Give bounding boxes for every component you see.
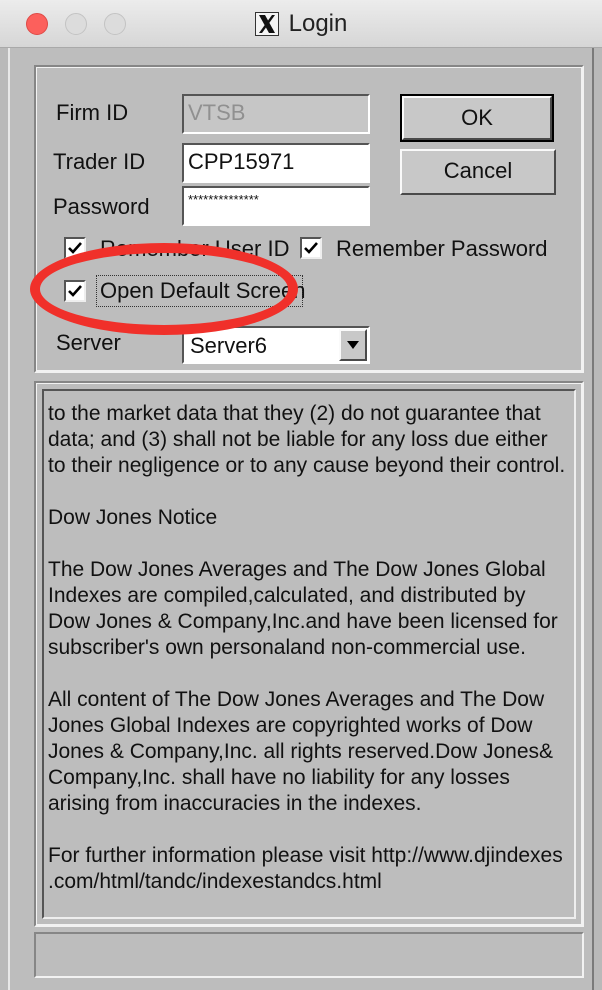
remember-password-checkbox[interactable]: [300, 237, 322, 259]
server-label: Server: [56, 330, 121, 355]
notice-paragraph: to the market data that they (2) do not …: [48, 402, 566, 477]
open-default-screen-checkbox[interactable]: [64, 280, 86, 302]
cancel-button[interactable]: Cancel: [400, 149, 556, 195]
notice-text-area[interactable]: to the market data that they (2) do not …: [42, 389, 576, 919]
server-select[interactable]: Server6: [182, 326, 370, 364]
notice-paragraph: The Dow Jones Averages and The Dow Jones…: [48, 558, 558, 659]
firm-id-field: VTSB: [182, 94, 370, 134]
checkmark-icon: [304, 242, 318, 254]
ok-button[interactable]: OK: [400, 94, 554, 142]
trader-id-field[interactable]: CPP15971: [182, 143, 370, 183]
trader-id-label: Trader ID: [53, 149, 146, 174]
remember-user-id-label: Remember User ID: [100, 236, 290, 261]
password-field[interactable]: **************: [182, 186, 370, 226]
notice-paragraph: For further information please visit htt…: [48, 844, 563, 893]
remember-password-label: Remember Password: [336, 236, 548, 261]
open-default-screen-label: Open Default Screen: [100, 278, 306, 303]
x-window-icon: [254, 12, 279, 36]
dropdown-arrow-button[interactable]: [339, 329, 367, 361]
window-title: Login: [288, 10, 348, 37]
login-window: Firm ID VTSB Trader ID CPP15971 Password…: [8, 48, 594, 990]
title-bar: Login: [0, 0, 602, 48]
server-selected-value: Server6: [190, 333, 268, 358]
remember-user-id-checkbox[interactable]: [64, 237, 86, 259]
chevron-down-icon: [347, 341, 359, 349]
password-label: Password: [53, 194, 150, 219]
checkmark-icon: [68, 242, 82, 254]
notice-group: to the market data that they (2) do not …: [34, 381, 584, 927]
notice-heading: Dow Jones Notice: [48, 506, 218, 529]
notice-paragraph: All content of The Dow Jones Averages an…: [48, 688, 554, 815]
status-bar: [34, 932, 584, 978]
checkmark-icon: [68, 285, 82, 297]
firm-id-label: Firm ID: [56, 100, 129, 125]
title-area: Login: [0, 10, 602, 38]
